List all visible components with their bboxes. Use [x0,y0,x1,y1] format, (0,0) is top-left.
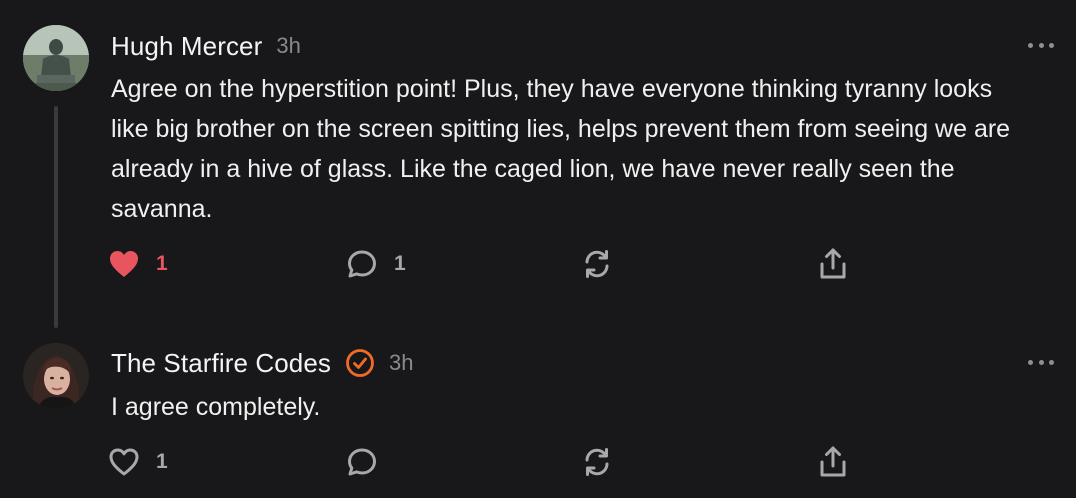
restack-icon [581,248,613,280]
like-count: 1 [156,252,168,275]
comment-header: Hugh Mercer 3h [111,30,301,62]
heart-icon [108,447,140,477]
share-icon [818,247,848,281]
reply-button[interactable]: 1 [346,246,406,282]
restack-button[interactable] [581,246,613,282]
heart-icon [108,249,140,279]
reply-count: 1 [394,252,406,275]
restack-button[interactable] [581,444,613,480]
more-dots-icon[interactable] [1028,37,1054,53]
reply-button[interactable] [346,444,394,480]
like-count: 1 [156,450,168,473]
avatar[interactable] [23,343,89,409]
timestamp[interactable]: 3h [389,350,413,376]
author-name[interactable]: The Starfire Codes [111,348,331,379]
share-button[interactable] [818,444,848,480]
share-button[interactable] [818,246,848,282]
verified-badge-icon [345,348,375,378]
like-button[interactable]: 1 [108,246,168,282]
comment-header: The Starfire Codes 3h [111,347,414,379]
thread-line [54,106,58,328]
timestamp[interactable]: 3h [276,33,300,59]
restack-icon [581,446,613,478]
comment-bubble-icon [346,446,378,478]
comment-bubble-icon [346,248,378,280]
avatar[interactable] [23,25,89,91]
comment-text: I agree completely. [111,393,321,421]
comment-thread: Hugh Mercer 3h Agree on the hyperstition… [0,0,1076,498]
share-icon [818,445,848,479]
author-name[interactable]: Hugh Mercer [111,31,262,62]
comment-text: Agree on the hyperstition point! Plus, t… [111,75,1011,223]
like-button[interactable]: 1 [108,444,168,480]
more-dots-icon[interactable] [1028,354,1054,370]
